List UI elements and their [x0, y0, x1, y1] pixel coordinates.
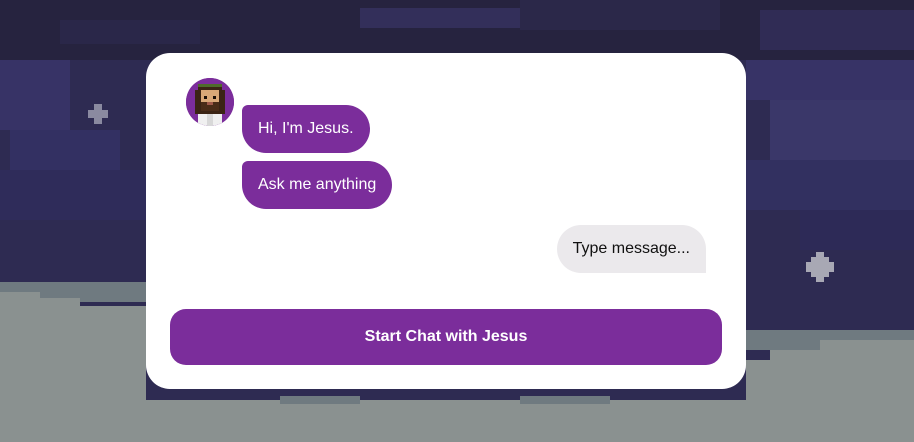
bot-message-greeting: Hi, I'm Jesus.	[242, 105, 370, 153]
bot-message-prompt: Ask me anything	[242, 161, 393, 209]
jesus-avatar-icon	[186, 78, 234, 126]
start-chat-button[interactable]: Start Chat with Jesus	[170, 309, 722, 365]
user-message-placeholder: Type message...	[556, 225, 706, 273]
chat-preview-card: Hi, I'm Jesus. Ask me anything Type mess…	[146, 53, 746, 389]
